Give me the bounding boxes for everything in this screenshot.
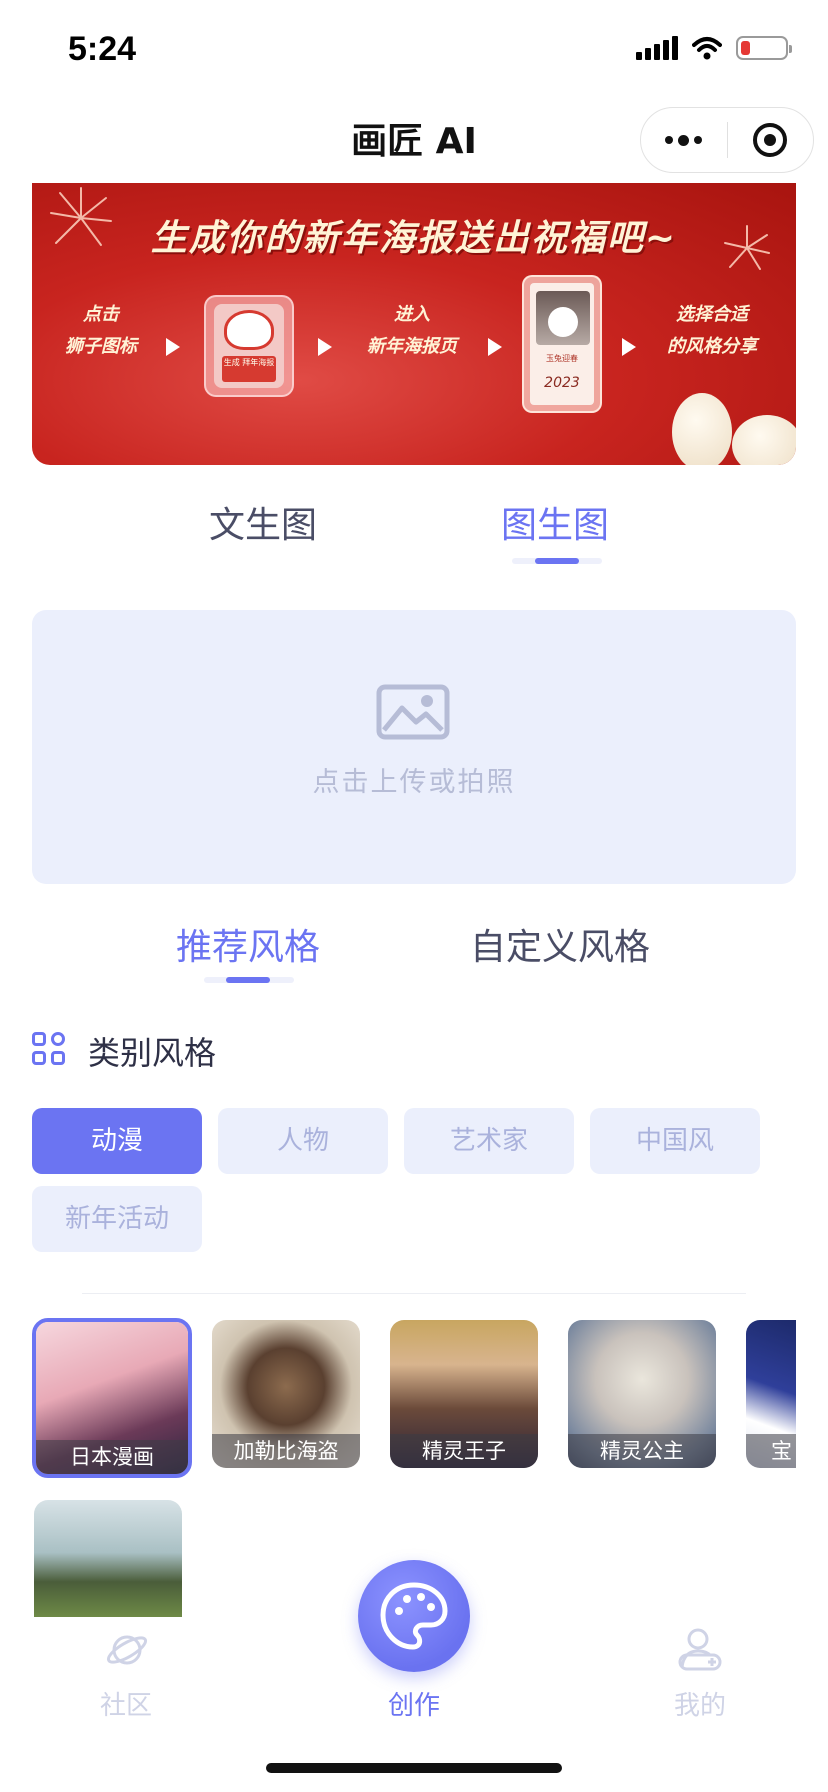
wifi-icon: [692, 37, 722, 60]
rabbit-decoration: [732, 415, 796, 465]
rabbit-decoration: [672, 393, 732, 465]
style-card-japanese-manga[interactable]: 日本漫画: [32, 1318, 192, 1478]
banner-step-2-line2: 新年海报页: [367, 336, 457, 357]
home-indicator: [266, 1763, 562, 1773]
poster-caption: 玉兔迎春: [546, 354, 578, 363]
tab-mine-label: 我的: [673, 1691, 726, 1721]
status-time: 5:24: [68, 30, 137, 68]
planet-icon: [106, 1635, 148, 1665]
tab-image-to-image[interactable]: 图生图: [455, 496, 655, 548]
tab-recommended-styles[interactable]: 推荐风格: [128, 918, 368, 970]
banner-step-3-line1: 选择合适: [676, 304, 748, 325]
banner-step-3-line2: 的风格分享: [667, 336, 757, 357]
banner-step-3: 选择合适 的风格分享: [644, 299, 780, 363]
style-card-label: 精灵公主: [568, 1434, 716, 1468]
image-upload-area[interactable]: 点击上传或拍照: [32, 610, 796, 884]
new-year-banner[interactable]: 生成你的新年海报送出祝福吧~ 点击 狮子图标 生成 拜年海报 进入 新年海报页 …: [32, 183, 796, 465]
poster-preview-card: 玉兔迎春 2023: [522, 275, 602, 413]
arrow-icon: [488, 338, 502, 356]
tab-active-indicator: [535, 558, 579, 564]
tab-community-label: 社区: [99, 1691, 152, 1721]
banner-step-1-line2: 狮子图标: [65, 336, 137, 357]
divider: [82, 1293, 746, 1294]
lion-tag: 生成 拜年海报: [222, 356, 276, 382]
poster-signature: 2023: [544, 375, 580, 391]
category-chip-anime[interactable]: 动漫: [32, 1108, 202, 1174]
palette-icon: [380, 1582, 448, 1650]
arrow-icon: [166, 338, 180, 356]
category-chip-people[interactable]: 人物: [218, 1108, 388, 1174]
banner-step-2: 进入 新年海报页: [342, 299, 482, 363]
cellular-signal-icon: [636, 36, 678, 60]
category-chip-new-year[interactable]: 新年活动: [32, 1186, 202, 1252]
style-card-soccer[interactable]: [34, 1500, 182, 1617]
battery-icon: [736, 36, 792, 60]
create-button[interactable]: [358, 1560, 470, 1672]
close-mini-program-icon[interactable]: [728, 108, 814, 172]
image-upload-icon: [376, 684, 450, 740]
banner-headline: 生成你的新年海报送出祝福吧~: [150, 218, 678, 259]
style-card-label: 宝: [746, 1434, 796, 1468]
style-card-elf-prince[interactable]: 精灵王子: [390, 1320, 538, 1468]
style-card-label: 加勒比海盗: [212, 1434, 360, 1468]
tab-custom-styles[interactable]: 自定义风格: [440, 918, 680, 970]
poster-cat-image: [536, 291, 590, 345]
status-bar: 5:24: [0, 0, 828, 100]
style-card-label: 日本漫画: [36, 1440, 188, 1474]
style-card-caribbean-pirate[interactable]: 加勒比海盗: [212, 1320, 360, 1468]
category-chip-chinese-style[interactable]: 中国风: [590, 1108, 760, 1174]
tab-text-to-image[interactable]: 文生图: [163, 496, 363, 548]
category-chip-artist[interactable]: 艺术家: [404, 1108, 574, 1174]
style-card-label: 精灵王子: [390, 1434, 538, 1468]
status-icons: [636, 36, 792, 60]
upload-hint: 点击上传或拍照: [312, 767, 516, 798]
arrow-icon: [622, 338, 636, 356]
style-card-partial[interactable]: 宝: [746, 1320, 796, 1468]
lion-icon-card: 生成 拜年海报: [204, 295, 294, 397]
banner-step-1: 点击 狮子图标: [46, 299, 156, 363]
main-tabs: 文生图 图生图: [0, 496, 828, 566]
banner-step-1-line1: 点击: [83, 304, 119, 325]
mini-program-capsule: [640, 107, 814, 173]
category-grid-icon: [32, 1032, 66, 1066]
banner-step-2-line1: 进入: [394, 304, 430, 325]
tab-create-label[interactable]: 创作: [334, 1685, 494, 1722]
category-section-title: 类别风格: [88, 1034, 217, 1072]
style-tab-active-indicator: [226, 977, 270, 983]
more-icon[interactable]: [641, 108, 727, 172]
style-thumbnail: [34, 1500, 182, 1617]
user-add-icon: [678, 1628, 722, 1671]
arrow-icon: [318, 338, 332, 356]
style-card-elf-princess[interactable]: 精灵公主: [568, 1320, 716, 1468]
